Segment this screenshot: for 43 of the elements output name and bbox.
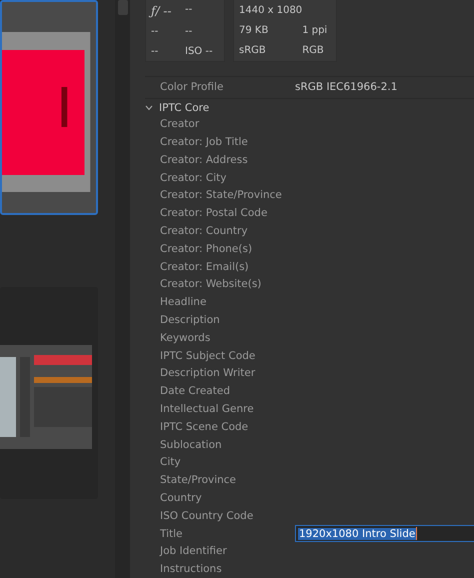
file-value: 79 KB <box>239 24 270 36</box>
section-header[interactable]: IPTC Core <box>145 100 474 116</box>
field-label: Creator: Phone(s) <box>159 242 254 255</box>
field-label: Description Writer <box>159 367 256 380</box>
file-value: 1440 x 1080 <box>239 4 302 16</box>
field-label: Sublocation <box>159 438 223 451</box>
field-label: Headline <box>159 296 208 308</box>
field-label: State/Province <box>159 474 238 486</box>
file-value: sRGB <box>239 45 267 56</box>
field-label: Country <box>159 492 203 504</box>
field-label: City <box>159 456 182 468</box>
field-label: Description <box>159 314 221 326</box>
camera-value: -- <box>151 26 160 38</box>
field-label: Creator: Address <box>159 154 249 166</box>
camera-value: -- <box>151 46 160 57</box>
field-label: Creator: Email(s) <box>159 260 250 273</box>
file-value: 1 ppi <box>302 24 328 36</box>
field-label: Creator <box>159 118 200 130</box>
file-value: RGB <box>302 45 325 56</box>
field-value: sRGB IEC61966-2.1 <box>295 81 398 94</box>
field-label: Title <box>159 528 184 540</box>
camera-value: ISO -- <box>185 46 214 57</box>
camera-value: -- <box>185 26 194 38</box>
field-label: Creator: Country <box>159 224 249 237</box>
field-label: Date Created <box>159 385 231 398</box>
chevron-icon <box>145 105 153 112</box>
field-label: Intellectual Genre <box>159 402 255 415</box>
field-label: Creator: City <box>159 172 228 184</box>
field-label: IPTC Subject Code <box>159 350 256 362</box>
camera-value: -- <box>185 4 194 18</box>
field-label: IPTC Scene Code <box>159 420 250 433</box>
scrollbar-thumb[interactable] <box>118 0 128 15</box>
field-label: Creator: Postal Code <box>159 207 268 220</box>
field-label: Creator: State/Province <box>159 189 283 202</box>
field-label: Keywords <box>159 332 212 344</box>
field-label: Color Profile <box>159 81 224 94</box>
field-label: Creator: Website(s) <box>159 278 262 290</box>
field-label: Job Identifier <box>158 545 228 558</box>
field-label: Instructions <box>159 563 223 576</box>
title-input-field[interactable]: 1920x1080 Intro Slide <box>295 525 474 542</box>
camera-value: ƒ/ -- <box>151 4 185 18</box>
field-label: Creator: Job Title <box>159 136 249 148</box>
field-label: ISO Country Code <box>159 510 254 522</box>
